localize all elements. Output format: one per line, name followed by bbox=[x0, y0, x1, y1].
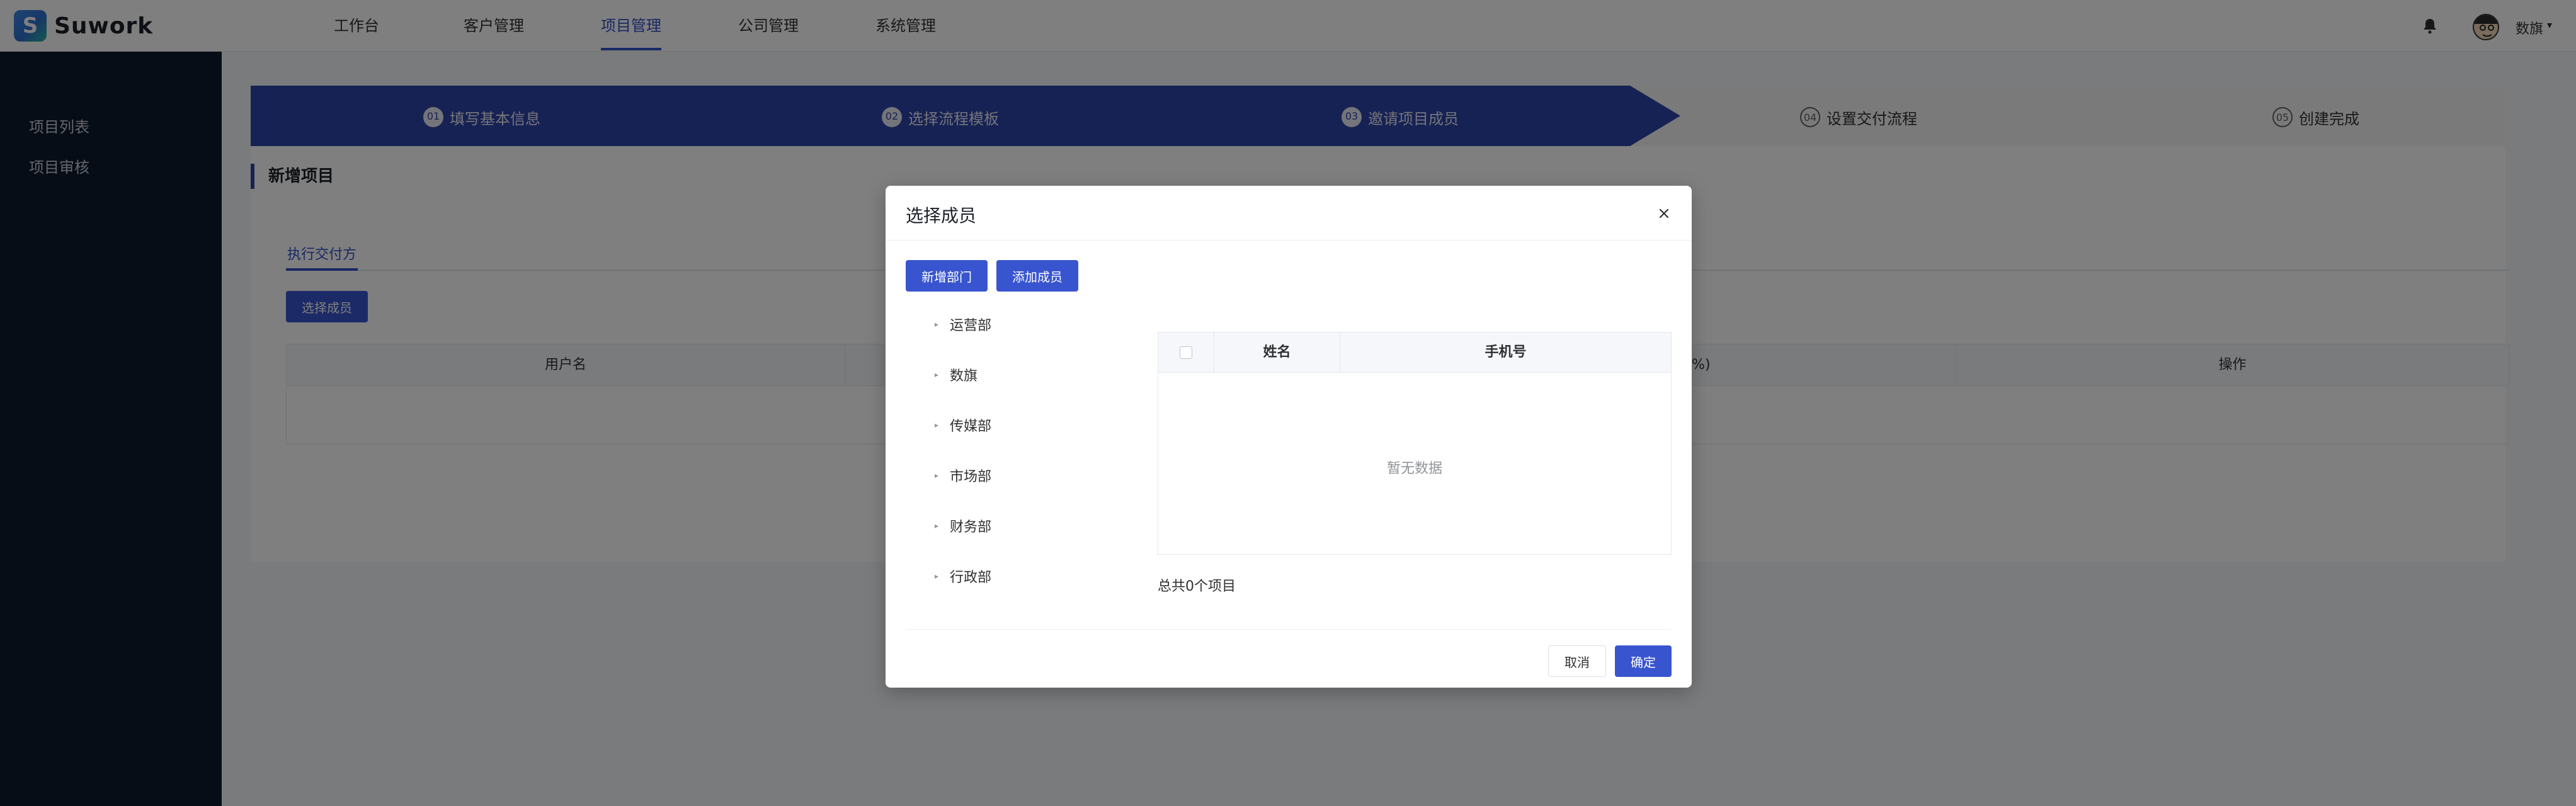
tree-node-operations[interactable]: ▸ 运营部 bbox=[931, 312, 991, 337]
member-select-table: 姓名 手机号 暂无数据 bbox=[1158, 332, 1672, 555]
add-member-button[interactable]: 添加成员 bbox=[996, 260, 1078, 292]
select-all-checkbox[interactable] bbox=[1180, 346, 1192, 359]
empty-state-text: 暂无数据 bbox=[1386, 461, 1442, 477]
dialog-footer-divider bbox=[906, 629, 1672, 630]
tree-node-label: 行政部 bbox=[950, 570, 992, 586]
chevron-right-icon[interactable]: ▸ bbox=[931, 320, 942, 329]
tree-node-shuqi[interactable]: ▸ 数旗 bbox=[931, 362, 977, 387]
select-members-dialog: 选择成员 新增部门 添加成员 ▸ 运营部 ▸ 数旗 ▸ 传媒部 ▸ 市场部 ▸ … bbox=[886, 186, 1692, 688]
chevron-right-icon[interactable]: ▸ bbox=[931, 572, 942, 581]
member-select-table-header: 姓名 手机号 bbox=[1158, 332, 1671, 373]
column-header-phone: 手机号 bbox=[1340, 332, 1671, 373]
confirm-button[interactable]: 确定 bbox=[1615, 645, 1672, 677]
total-count: 总共0个项目 bbox=[1158, 579, 1236, 594]
tree-node-admin[interactable]: ▸ 行政部 bbox=[931, 564, 991, 589]
app-root: S Suwork 工作台 客户管理 项目管理 公司管理 系统管理 数旗 ▾ 项目… bbox=[0, 0, 2576, 806]
tree-node-label: 传媒部 bbox=[950, 419, 992, 434]
select-all-cell bbox=[1158, 332, 1214, 373]
tree-node-label: 财务部 bbox=[950, 519, 992, 535]
chevron-right-icon[interactable]: ▸ bbox=[931, 521, 942, 530]
dialog-title: 选择成员 bbox=[906, 205, 977, 226]
tree-node-media[interactable]: ▸ 传媒部 bbox=[931, 412, 991, 438]
tree-node-label: 数旗 bbox=[950, 368, 978, 384]
close-icon[interactable] bbox=[1655, 205, 1673, 222]
dialog-header-divider bbox=[886, 240, 1692, 241]
add-department-button[interactable]: 新增部门 bbox=[906, 260, 988, 292]
chevron-right-icon[interactable]: ▸ bbox=[931, 471, 942, 480]
cancel-button[interactable]: 取消 bbox=[1548, 645, 1606, 677]
tree-node-label: 运营部 bbox=[950, 318, 992, 334]
tree-node-label: 市场部 bbox=[950, 469, 992, 485]
chevron-right-icon[interactable]: ▸ bbox=[931, 421, 942, 429]
tree-node-marketing[interactable]: ▸ 市场部 bbox=[931, 463, 991, 488]
tree-node-finance[interactable]: ▸ 财务部 bbox=[931, 513, 991, 538]
column-header-name: 姓名 bbox=[1214, 332, 1340, 373]
chevron-right-icon[interactable]: ▸ bbox=[931, 370, 942, 379]
